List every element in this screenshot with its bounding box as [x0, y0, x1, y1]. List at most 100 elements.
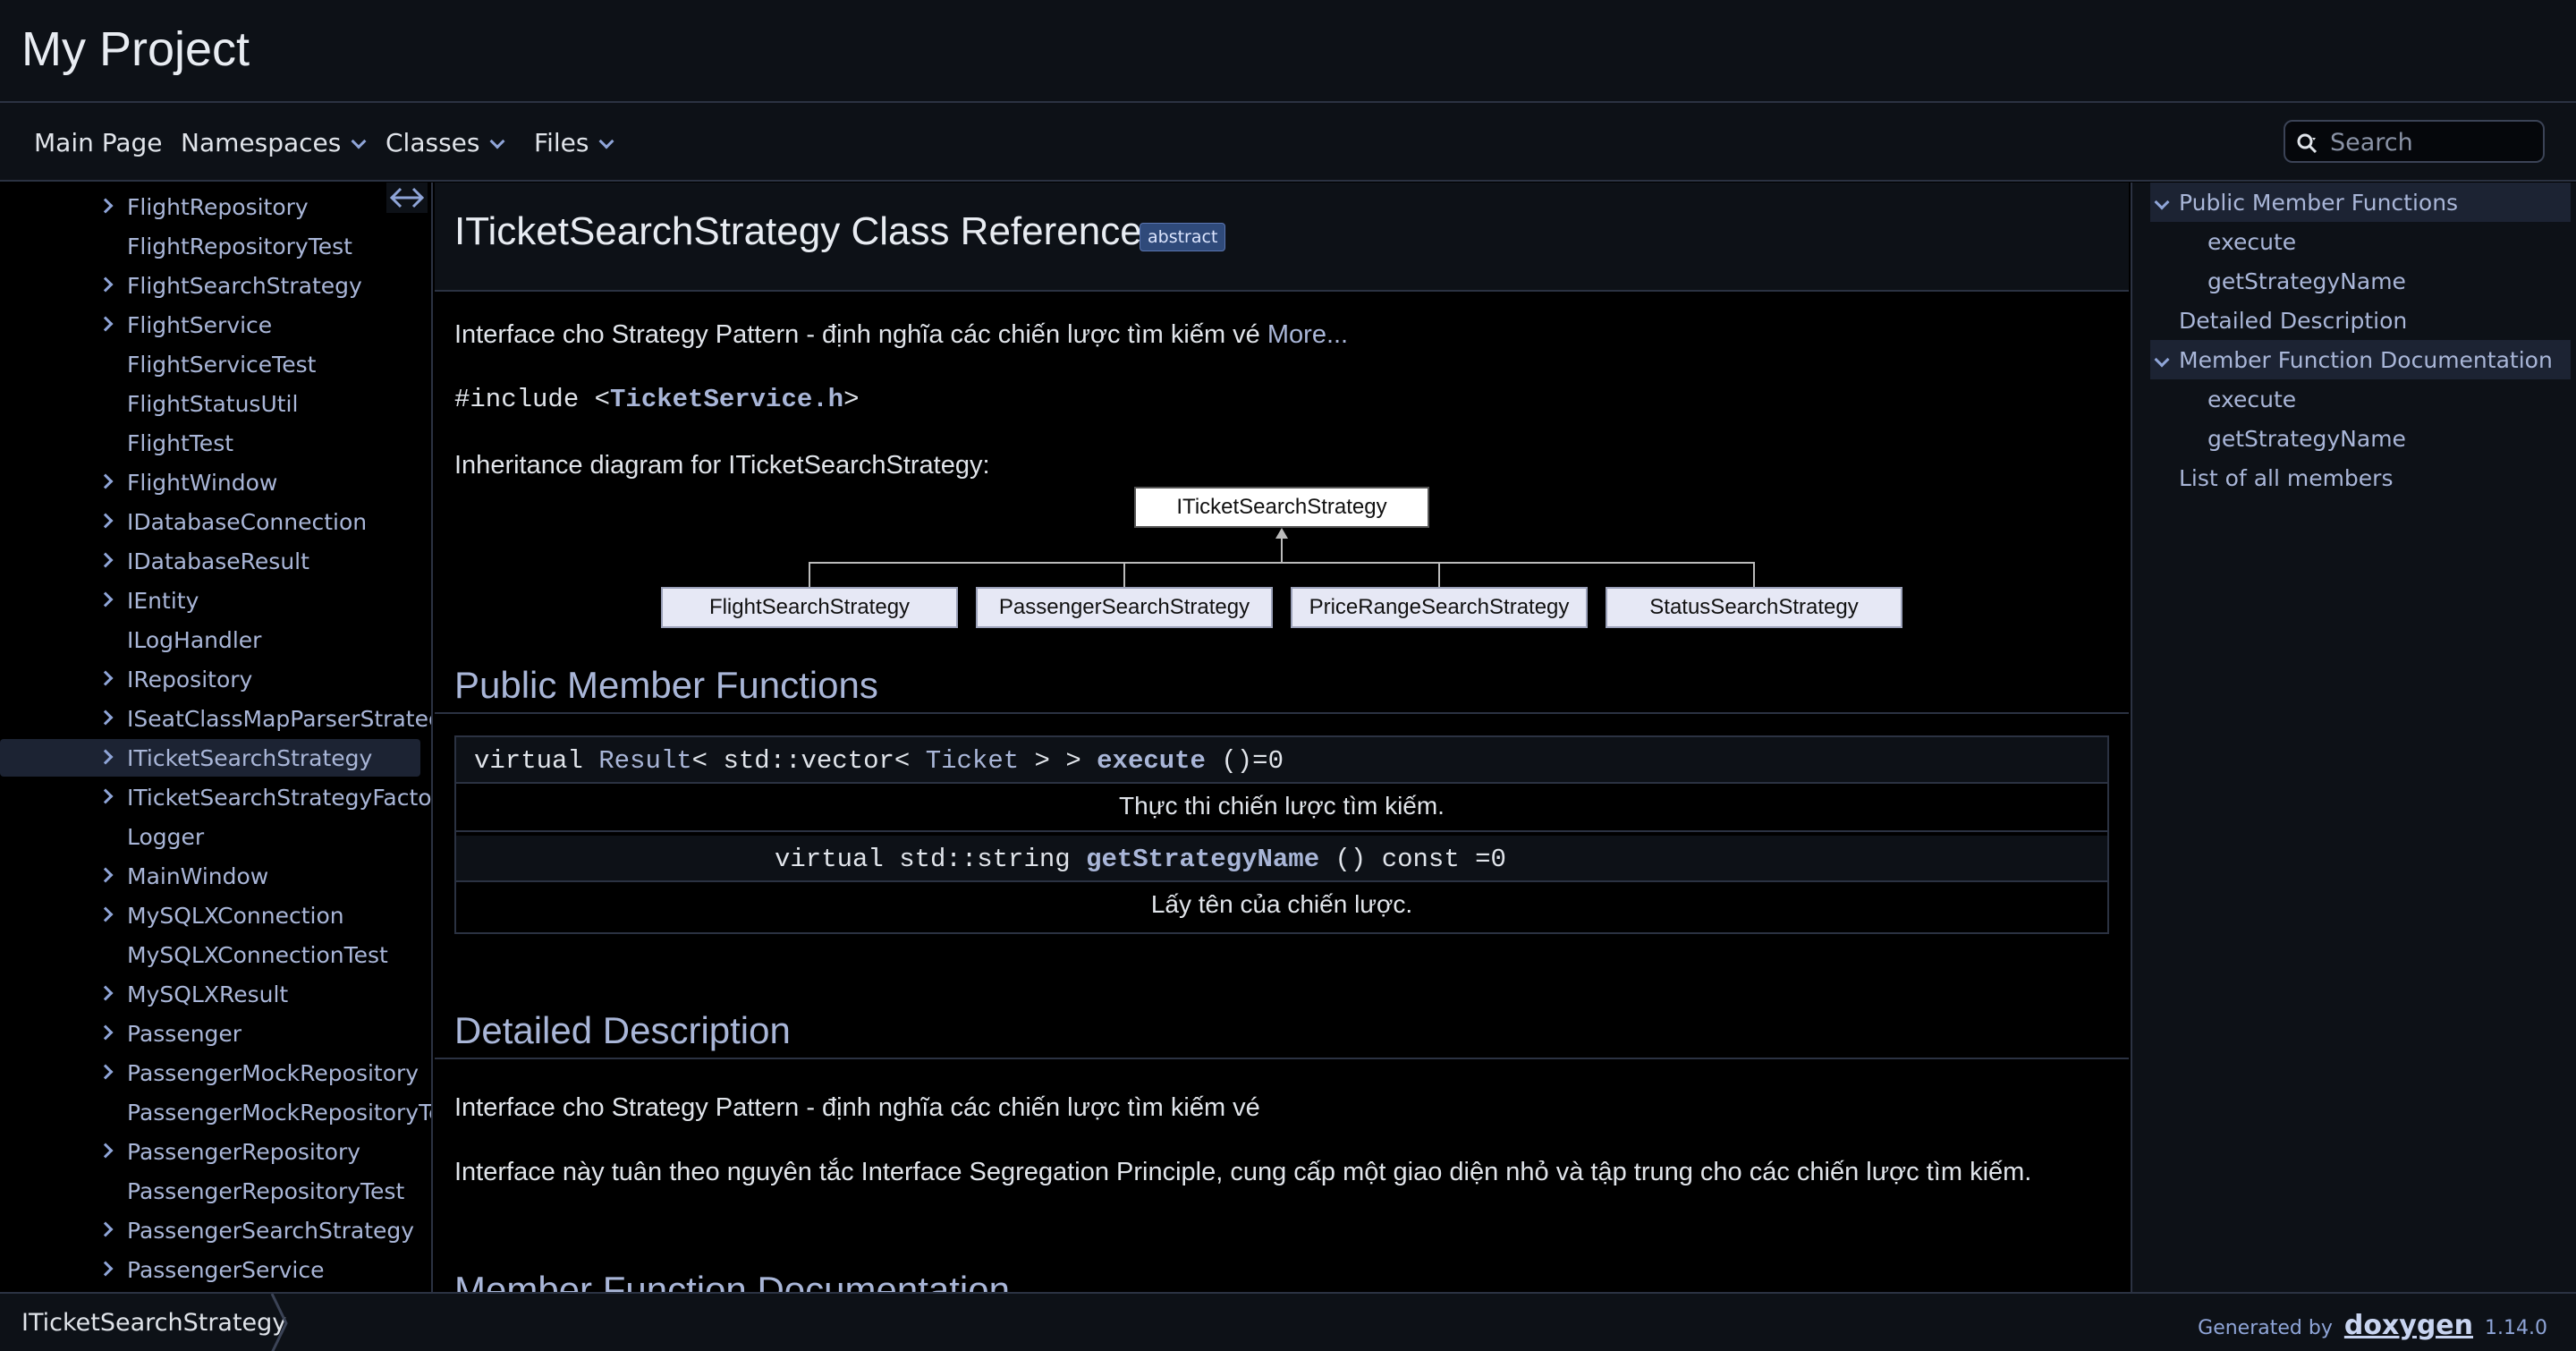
- section-title-member-doc: Member Function Documentation: [454, 1269, 1010, 1292]
- chevron-right-icon[interactable]: [97, 906, 114, 922]
- tree-item-label: PassengerRepositoryTest: [127, 1178, 405, 1204]
- chevron-right-icon[interactable]: [97, 198, 114, 214]
- tree-item-label: MySQLXResult: [127, 981, 289, 1007]
- inheritance-label: Inheritance diagram for ITicketSearchStr…: [454, 451, 990, 480]
- chevron-right-icon[interactable]: [97, 1143, 114, 1159]
- breadcrumb-separator-icon: [270, 1294, 288, 1351]
- breadcrumb-item[interactable]: ITicketSearchStrategy: [21, 1309, 286, 1337]
- more-link[interactable]: More...: [1267, 320, 1348, 349]
- tree-item[interactable]: PassengerSearchStrategy: [0, 1211, 431, 1249]
- tree-item[interactable]: ITicketSearchStrategy: [0, 739, 431, 777]
- chevron-right-icon[interactable]: [97, 1024, 114, 1041]
- chevron-down-icon: [351, 133, 367, 149]
- nav-classes[interactable]: Classes: [386, 128, 505, 157]
- chevron-right-icon[interactable]: [97, 591, 114, 608]
- tree-item[interactable]: FlightServiceTest: [0, 345, 431, 383]
- chevron-right-icon[interactable]: [97, 867, 114, 883]
- toc-execute-doc[interactable]: execute: [2207, 387, 2296, 412]
- tree-item-label: Passenger: [127, 1021, 242, 1047]
- tree-item[interactable]: FlightRepository: [0, 188, 431, 225]
- tree-item[interactable]: ILogHandler: [0, 621, 431, 659]
- search-box[interactable]: [2284, 120, 2545, 163]
- tree-item[interactable]: IEntity: [0, 582, 431, 619]
- tree-item-label: PassengerMockRepositoryTest: [127, 1100, 433, 1126]
- toc-member-function-documentation[interactable]: Member Function Documentation: [2179, 347, 2553, 373]
- chevron-right-icon[interactable]: [97, 1261, 114, 1277]
- member-link-execute[interactable]: execute: [1097, 746, 1206, 776]
- diagram-child-class[interactable]: FlightSearchStrategy: [661, 587, 958, 628]
- chevron-right-icon[interactable]: [97, 473, 114, 489]
- search-icon[interactable]: [2296, 132, 2319, 156]
- type-link[interactable]: Result: [598, 746, 691, 776]
- chevron-right-icon[interactable]: [97, 1064, 114, 1080]
- tree-item[interactable]: PassengerRepositoryTest: [0, 1172, 431, 1210]
- toc-detailed-description[interactable]: Detailed Description: [2179, 308, 2407, 334]
- toc-get-strategy-name-doc[interactable]: getStrategyName: [2207, 426, 2406, 452]
- doxygen-logo-link[interactable]: doxygen: [2344, 1310, 2473, 1341]
- nav-files[interactable]: Files: [534, 128, 614, 157]
- chevron-right-icon[interactable]: [97, 513, 114, 529]
- nav-files-label: Files: [534, 128, 589, 157]
- tree-item-label: FlightWindow: [127, 470, 278, 496]
- diagram-child-class[interactable]: StatusSearchStrategy: [1606, 587, 1902, 628]
- chevron-right-icon[interactable]: [97, 709, 114, 726]
- nav-namespaces[interactable]: Namespaces: [181, 128, 367, 157]
- tree-item-label: IDatabaseResult: [127, 548, 309, 574]
- chevron-right-icon[interactable]: [97, 552, 114, 568]
- tree-item[interactable]: FlightSearchStrategy: [0, 267, 431, 304]
- chevron-right-icon[interactable]: [97, 316, 114, 332]
- tree-item-label: FlightRepositoryTest: [127, 234, 352, 259]
- diagram-child-class[interactable]: PassengerSearchStrategy: [976, 587, 1273, 628]
- tree-item[interactable]: ISeatClassMapParserStrategy: [0, 700, 431, 737]
- tree-item[interactable]: MainWindow: [0, 857, 431, 895]
- tree-item[interactable]: PassengerMockRepositoryTest: [0, 1093, 433, 1131]
- tree-item[interactable]: IRepository: [0, 660, 431, 698]
- member-prefix: virtual: [474, 746, 599, 776]
- tree-item-label: ILogHandler: [127, 627, 262, 653]
- tree-item[interactable]: MySQLXResult: [0, 975, 431, 1013]
- tree-item[interactable]: PassengerRepository: [0, 1133, 431, 1170]
- toc-list-all-members[interactable]: List of all members: [2179, 465, 2394, 491]
- tree-item[interactable]: PassengerService: [0, 1251, 431, 1288]
- tree-item[interactable]: ITicketSearchStrategyFactory: [0, 778, 431, 816]
- brief-text: Interface cho Strategy Pattern - định ng…: [454, 320, 1260, 349]
- tree-item[interactable]: FlightStatusUtil: [0, 385, 431, 422]
- tree-item[interactable]: MySQLXConnectionTest: [0, 936, 431, 973]
- tree-item[interactable]: FlightService: [0, 306, 431, 344]
- tree-item[interactable]: FlightRepositoryTest: [0, 227, 431, 265]
- member-prefix: virtual std::string: [775, 845, 1087, 874]
- diagram-line: [809, 562, 1753, 564]
- tree-item[interactable]: PassengerMockRepository: [0, 1054, 431, 1092]
- search-input[interactable]: [2330, 127, 2536, 157]
- chevron-right-icon[interactable]: [97, 1221, 114, 1237]
- tree-item[interactable]: FlightTest: [0, 424, 431, 462]
- chevron-right-icon[interactable]: [97, 985, 114, 1001]
- toc-public-member-functions[interactable]: Public Member Functions: [2179, 190, 2458, 216]
- chevron-right-icon[interactable]: [97, 788, 114, 804]
- include-file-link[interactable]: TicketService.h: [610, 385, 843, 414]
- brief-description: Interface cho Strategy Pattern - định ng…: [454, 320, 1348, 350]
- tree-item[interactable]: MySQLXConnection: [0, 896, 431, 934]
- chevron-right-icon[interactable]: [97, 670, 114, 686]
- tree-item[interactable]: FlightWindow: [0, 463, 431, 501]
- tree-item-label: PassengerMockRepository: [127, 1060, 419, 1086]
- tree-item[interactable]: Logger: [0, 818, 431, 855]
- page-title: ITicketSearchStrategy Class Reference: [454, 209, 1142, 253]
- tree-item[interactable]: Passenger: [0, 1015, 431, 1052]
- tree-item[interactable]: IDatabaseResult: [0, 542, 431, 580]
- tree-item-label: FlightServiceTest: [127, 352, 317, 378]
- diagram-base-class[interactable]: ITicketSearchStrategy: [1134, 487, 1429, 528]
- tree-item-label: IDatabaseConnection: [127, 509, 368, 535]
- tree-item-label: FlightStatusUtil: [127, 391, 299, 417]
- chevron-right-icon[interactable]: [97, 276, 114, 293]
- member-link-getstrategyname[interactable]: getStrategyName: [1086, 845, 1319, 874]
- diagram-child-class[interactable]: PriceRangeSearchStrategy: [1291, 587, 1588, 628]
- doc-content: ITicketSearchStrategy Class Reference ab…: [435, 183, 2129, 1292]
- nav-main-page[interactable]: Main Page: [34, 128, 163, 157]
- detailed-body: Interface này tuân theo nguyên tắc Inter…: [454, 1158, 2032, 1186]
- tree-item[interactable]: IDatabaseConnection: [0, 503, 431, 540]
- toc-get-strategy-name[interactable]: getStrategyName: [2207, 268, 2406, 294]
- type-link[interactable]: Ticket: [926, 746, 1019, 776]
- toc-execute[interactable]: execute: [2207, 229, 2296, 255]
- include-suffix: >: [843, 385, 860, 414]
